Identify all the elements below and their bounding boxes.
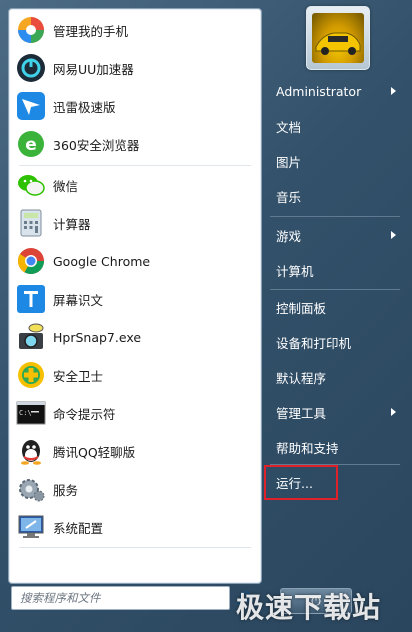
menu-music[interactable]: 音乐 <box>268 181 402 211</box>
qq-icon <box>15 435 47 467</box>
program-label: 计算器 <box>53 216 91 232</box>
user-avatar[interactable] <box>306 6 370 70</box>
program-label: Google Chrome <box>53 253 151 269</box>
program-label: 命令提示符 <box>53 406 116 422</box>
menu-administrator[interactable]: Administrator <box>268 76 402 106</box>
programs-panel: 管理我的手机 网易UU加速器 迅雷极速版 e 360安全浏览器 微信 计算器 G… <box>8 8 262 584</box>
menu-admin-tools[interactable]: 管理工具 <box>268 397 402 427</box>
menu-label: 计算机 <box>276 263 314 279</box>
program-label: 屏幕识文 <box>53 292 104 308</box>
phone-manager-icon <box>15 14 47 46</box>
program-label: HprSnap7.exe <box>53 329 142 345</box>
menu-pictures[interactable]: 图片 <box>268 146 402 176</box>
arrow-right-icon <box>391 87 396 95</box>
search-bar: 搜索程序和文件 <box>11 582 255 614</box>
search-input[interactable]: 搜索程序和文件 <box>11 586 230 610</box>
360-browser-icon: e <box>15 128 47 160</box>
svg-text:C:\: C:\ <box>19 409 32 417</box>
services-icon <box>15 473 47 505</box>
chrome-icon <box>15 245 47 277</box>
arrow-right-icon <box>391 408 396 416</box>
program-uu-accelerator[interactable]: 网易UU加速器 <box>11 49 259 87</box>
program-label: 系统配置 <box>53 520 104 536</box>
security-guard-icon <box>15 359 47 391</box>
svg-text:e: e <box>25 135 37 155</box>
car-picture <box>312 13 364 63</box>
run-highlight-box <box>264 465 338 500</box>
menu-help-support[interactable]: 帮助和支持 <box>268 432 402 462</box>
calculator-icon <box>15 207 47 239</box>
menu-label: 图片 <box>276 154 302 170</box>
program-system-config[interactable]: 系统配置 <box>11 508 259 546</box>
program-command-prompt[interactable]: C:\ 命令提示符 <box>11 394 259 432</box>
program-label: 腾讯QQ轻聊版 <box>53 444 136 460</box>
program-xunlei[interactable]: 迅雷极速版 <box>11 87 259 125</box>
program-security-guard[interactable]: 安全卫士 <box>11 356 259 394</box>
menu-control-panel[interactable]: 控制面板 <box>268 292 402 322</box>
uu-accelerator-icon <box>15 52 47 84</box>
program-label: 迅雷极速版 <box>53 99 116 115</box>
wechat-icon <box>15 169 47 201</box>
menu-games[interactable]: 游戏 <box>268 220 402 250</box>
divider <box>270 216 400 217</box>
menu-label: 设备和打印机 <box>276 335 352 351</box>
menu-label: 控制面板 <box>276 300 327 316</box>
program-label: 安全卫士 <box>53 368 104 384</box>
program-label: 服务 <box>53 482 79 498</box>
menu-label: 默认程序 <box>276 370 327 386</box>
program-screen-ocr[interactable]: 屏幕识文 <box>11 280 259 318</box>
hypersnap-icon <box>15 321 47 353</box>
program-label: 微信 <box>53 178 79 194</box>
program-wechat[interactable]: 微信 <box>11 166 259 204</box>
program-calculator[interactable]: 计算器 <box>11 204 259 242</box>
start-menu: 管理我的手机 网易UU加速器 迅雷极速版 e 360安全浏览器 微信 计算器 G… <box>0 0 412 632</box>
menu-label: 游戏 <box>276 228 302 244</box>
menu-label: 音乐 <box>276 189 302 205</box>
arrow-right-icon <box>391 231 396 239</box>
watermark: 极速下载站 <box>236 591 382 624</box>
menu-documents[interactable]: 文档 <box>268 111 402 141</box>
menu-default-programs[interactable]: 默认程序 <box>268 362 402 392</box>
program-hypersnap[interactable]: HprSnap7.exe <box>11 318 259 356</box>
program-label: 管理我的手机 <box>53 23 129 39</box>
program-services[interactable]: 服务 <box>11 470 259 508</box>
program-chrome[interactable]: Google Chrome <box>11 242 259 280</box>
menu-label: 文档 <box>276 119 302 135</box>
xunlei-icon <box>15 90 47 122</box>
program-360-browser[interactable]: e 360安全浏览器 <box>11 125 259 163</box>
program-label: 网易UU加速器 <box>53 61 134 77</box>
screen-ocr-icon <box>15 283 47 315</box>
menu-label: 帮助和支持 <box>276 440 339 456</box>
menu-label: Administrator <box>276 83 362 99</box>
divider <box>19 547 251 548</box>
program-qq[interactable]: 腾讯QQ轻聊版 <box>11 432 259 470</box>
menu-computer[interactable]: 计算机 <box>268 255 402 285</box>
program-label: 360安全浏览器 <box>53 137 140 153</box>
menu-devices-printers[interactable]: 设备和打印机 <box>268 327 402 357</box>
command-prompt-icon: C:\ <box>15 397 47 429</box>
divider <box>270 289 400 290</box>
system-config-icon <box>15 511 47 543</box>
menu-label: 管理工具 <box>276 405 327 421</box>
program-phone-manager[interactable]: 管理我的手机 <box>11 11 259 49</box>
